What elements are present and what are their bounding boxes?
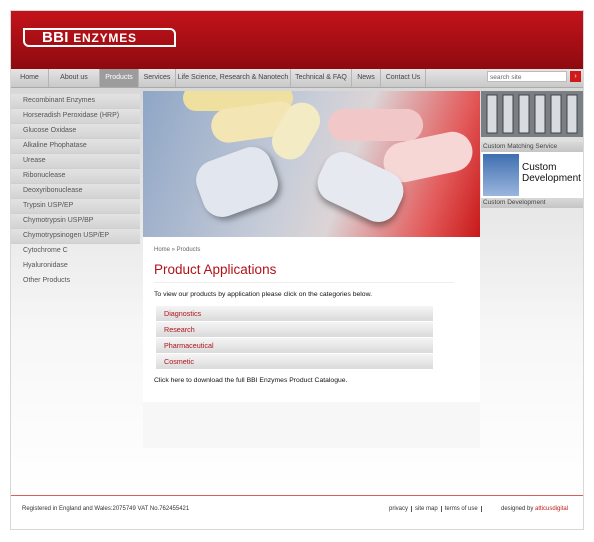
sidebar-item-deoxyribonuclease[interactable]: Deoxyribonuclease (11, 184, 140, 199)
title-divider (154, 282, 454, 283)
sidebar-item-recombinant-enzymes[interactable]: Recombinant Enzymes (11, 94, 140, 109)
application-research[interactable]: Research (156, 322, 433, 337)
sidebar-item-chymotrypsin[interactable]: Chymotrypsin USP/BP (11, 214, 140, 229)
custom-development-caption[interactable]: Custom Development (481, 198, 583, 208)
sidebar-item-cytochrome-c[interactable]: Cytochrome C (11, 244, 140, 259)
search-button[interactable]: › (570, 71, 581, 82)
application-pharmaceutical[interactable]: Pharmaceutical (156, 338, 433, 353)
download-catalogue-link[interactable]: Click here to download the full BBI Enzy… (154, 377, 347, 384)
footer-link-terms[interactable]: terms of use (441, 506, 482, 512)
main-content-footer (143, 402, 480, 448)
nav-home[interactable]: Home (11, 69, 49, 87)
right-promos: Custom Matching Service Custom Developme… (481, 91, 583, 208)
credit-brand-link[interactable]: atticusdigital (535, 506, 568, 512)
sidebar-item-urease[interactable]: Urease (11, 154, 140, 169)
tablet-shape (190, 141, 284, 223)
footer-registration: Registered in England and Wales:2075749 … (22, 506, 190, 512)
product-sidebar: Recombinant Enzymes Horseradish Peroxida… (11, 94, 140, 289)
sidebar-item-alkaline-phophatase[interactable]: Alkaline Phophatase (11, 139, 140, 154)
application-cosmetic[interactable]: Cosmetic (156, 354, 433, 369)
sidebar-item-ribonuclease[interactable]: Ribonuclease (11, 169, 140, 184)
custom-matching-image[interactable] (481, 91, 583, 137)
application-list: Diagnostics Research Pharmaceutical Cosm… (156, 306, 433, 370)
footer-divider (11, 495, 583, 496)
application-diagnostics[interactable]: Diagnostics (156, 306, 433, 321)
scientist-photo (483, 154, 519, 196)
sidebar-item-other-products[interactable]: Other Products (11, 274, 140, 289)
credit-prefix: designed by (501, 506, 534, 512)
custom-development-image[interactable]: Custom Development (481, 152, 583, 198)
footer-links: privacy site map terms of use (386, 506, 482, 512)
custom-development-heading: Custom Development (522, 162, 581, 184)
nav-services[interactable]: Services (139, 69, 176, 87)
breadcrumb[interactable]: Home » Products (154, 247, 200, 253)
sidebar-item-hrp[interactable]: Horseradish Peroxidase (HRP) (11, 109, 140, 124)
nav-contact-us[interactable]: Contact Us (381, 69, 426, 87)
footer-link-privacy[interactable]: privacy (386, 506, 413, 512)
hero-image-tablets (143, 91, 480, 237)
logo-sub: ENZYMES (73, 31, 137, 45)
nav-technical-faq[interactable]: Technical & FAQ (291, 69, 352, 87)
nav-products[interactable]: Products (100, 69, 139, 87)
nav-news[interactable]: News (352, 69, 381, 87)
custom-matching-caption[interactable]: Custom Matching Service (481, 142, 583, 152)
sidebar-item-chymotrypsinogen[interactable]: Chymotrypsinogen USP/EP (11, 229, 140, 244)
tablet-shape (328, 109, 423, 141)
search-arrow-icon: › (574, 73, 577, 80)
nav-life-science[interactable]: Life Science, Research & Nanotech (176, 69, 291, 87)
bbi-enzymes-logo[interactable]: BBI ENZYMES (23, 28, 176, 47)
footer-link-site-map[interactable]: site map (412, 506, 442, 512)
logo-main: BBI (42, 29, 69, 46)
page-title: Product Applications (154, 262, 277, 277)
footer-credit: designed by atticusdigital (501, 506, 568, 512)
nav-about-us[interactable]: About us (49, 69, 100, 87)
intro-text: To view our products by application plea… (154, 291, 373, 298)
sidebar-item-trypsin[interactable]: Trypsin USP/EP (11, 199, 140, 214)
search-input[interactable]: search site (487, 71, 567, 82)
sidebar-item-glucose-oxidase[interactable]: Glucose Oxidase (11, 124, 140, 139)
sidebar-item-hyaluronidase[interactable]: Hyaluronidase (11, 259, 140, 274)
